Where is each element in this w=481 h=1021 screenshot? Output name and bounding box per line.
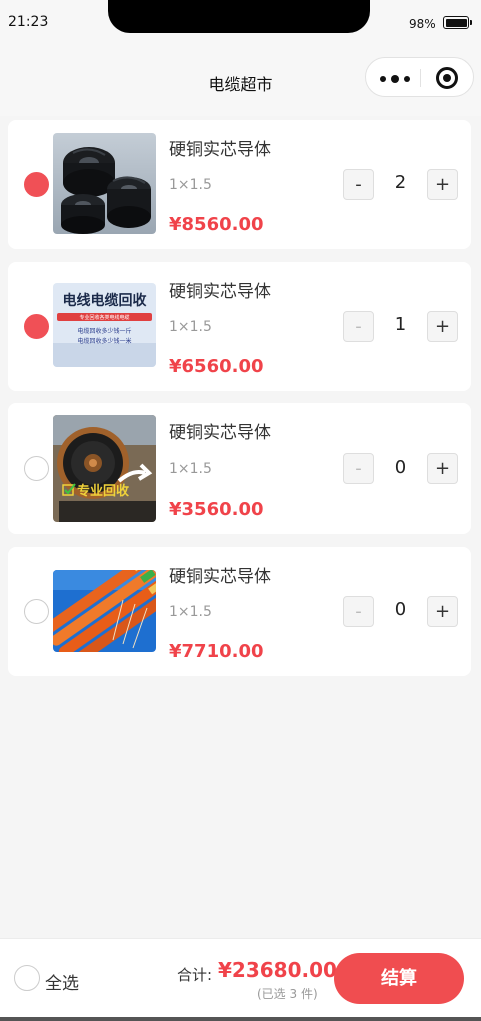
increase-button[interactable]: + xyxy=(427,596,458,627)
decrease-button[interactable]: - xyxy=(343,311,374,342)
quantity-value: 0 xyxy=(394,457,407,478)
status-time: 21:23 xyxy=(8,14,49,30)
cart-item: 硬铜实芯导体 1×1.5 ¥8560.00 - 2 + xyxy=(8,120,471,249)
product-name[interactable]: 硬铜实芯导体 xyxy=(169,418,271,443)
image-text-title: 电线电缆回收 xyxy=(63,292,148,308)
selected-count: (已选 3 件) xyxy=(257,987,318,1001)
product-price: ¥8560.00 xyxy=(169,214,264,235)
item-checkbox[interactable] xyxy=(24,599,49,624)
more-icon[interactable] xyxy=(380,75,410,83)
select-all-checkbox[interactable] xyxy=(14,965,40,991)
product-image[interactable] xyxy=(53,570,156,652)
product-spec: 1×1.5 xyxy=(169,319,212,335)
increase-button[interactable]: + xyxy=(427,453,458,484)
nav-bar: 电缆超市 xyxy=(0,44,481,116)
status-bar: 21:23 98% xyxy=(0,0,481,44)
product-spec: 1×1.5 xyxy=(169,604,212,620)
product-price: ¥6560.00 xyxy=(169,356,264,377)
battery-nub xyxy=(470,20,472,25)
total-value: ¥23680.00 xyxy=(218,958,337,982)
product-spec: 1×1.5 xyxy=(169,461,212,477)
image-text-line-2: 电缆回收多少钱一米 xyxy=(77,337,131,345)
cart-item: 硬铜实芯导体 1×1.5 ¥7710.00 - 0 + xyxy=(8,547,471,676)
quantity-value: 0 xyxy=(394,599,407,620)
select-all-label[interactable]: 全选 xyxy=(45,969,79,994)
miniprogram-capsule xyxy=(365,57,474,97)
product-name[interactable]: 硬铜实芯导体 xyxy=(169,277,271,302)
cart-item: 专业回收 硬铜实芯导体 1×1.5 ¥3560.00 - 0 + xyxy=(8,403,471,534)
product-price: ¥3560.00 xyxy=(169,499,264,520)
decrease-button[interactable]: - xyxy=(343,453,374,484)
capsule-divider xyxy=(420,69,421,87)
battery-percent: 98% xyxy=(409,17,436,31)
quantity-value: 1 xyxy=(394,314,407,335)
checkout-bar: 全选 合计: ¥23680.00 (已选 3 件) 结算 xyxy=(0,938,481,1021)
item-checkbox[interactable] xyxy=(24,172,49,197)
image-text-line-1: 电缆回收多少钱一斤 xyxy=(77,327,131,335)
decrease-button[interactable]: - xyxy=(343,169,374,200)
image-text-banner: 专业回收各类电线电缆 xyxy=(79,314,129,321)
product-image[interactable] xyxy=(53,133,156,234)
camera-notch xyxy=(108,0,370,33)
item-checkbox[interactable] xyxy=(24,314,49,339)
quantity-value: 2 xyxy=(394,172,407,193)
close-target-icon[interactable] xyxy=(436,67,458,89)
image-text-badge: 专业回收 xyxy=(77,483,130,498)
decrease-button[interactable]: - xyxy=(343,596,374,627)
total-label: 合计: xyxy=(177,966,213,984)
checkout-button[interactable]: 结算 xyxy=(334,953,464,1004)
product-name[interactable]: 硬铜实芯导体 xyxy=(169,562,271,587)
home-indicator xyxy=(0,1017,481,1021)
product-image[interactable]: 电线电缆回收 专业回收各类电线电缆 电缆回收多少钱一斤 电缆回收多少钱一米 xyxy=(53,283,156,367)
increase-button[interactable]: + xyxy=(427,311,458,342)
product-name[interactable]: 硬铜实芯导体 xyxy=(169,135,271,160)
battery-icon xyxy=(443,16,469,29)
product-image[interactable]: 专业回收 xyxy=(53,415,156,522)
cart-item: 电线电缆回收 专业回收各类电线电缆 电缆回收多少钱一斤 电缆回收多少钱一米 硬铜… xyxy=(8,262,471,391)
product-spec: 1×1.5 xyxy=(169,177,212,193)
item-checkbox[interactable] xyxy=(24,456,49,481)
increase-button[interactable]: + xyxy=(427,169,458,200)
product-price: ¥7710.00 xyxy=(169,641,264,662)
